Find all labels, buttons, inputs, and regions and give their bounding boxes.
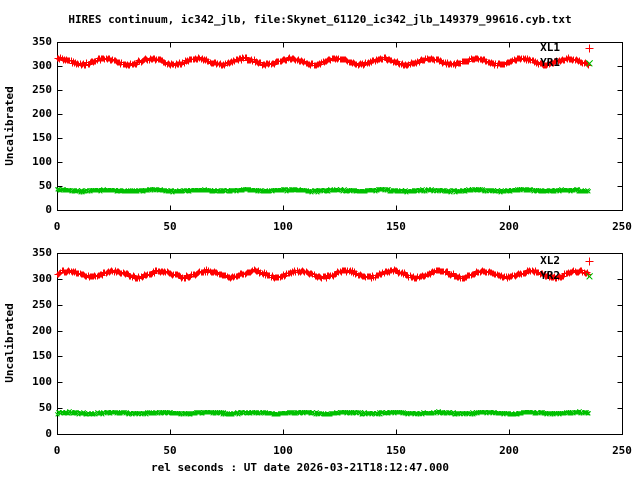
legend-label-yr2: YR2 (460, 269, 560, 283)
legend-label-yr1: YR1 (460, 56, 560, 70)
legend-marker-xl1 (586, 45, 594, 53)
gnuplot-canvas: HIRES continuum, ic342_jlb, file:Skynet_… (0, 0, 640, 480)
legend-label-xl1: XL1 (460, 41, 560, 55)
series-points-YR1 (56, 188, 591, 195)
series-points-YR2 (56, 410, 591, 417)
plot-svg (0, 0, 640, 480)
legend-marker-xl2 (586, 258, 594, 266)
legend-label-xl2: XL2 (460, 254, 560, 268)
